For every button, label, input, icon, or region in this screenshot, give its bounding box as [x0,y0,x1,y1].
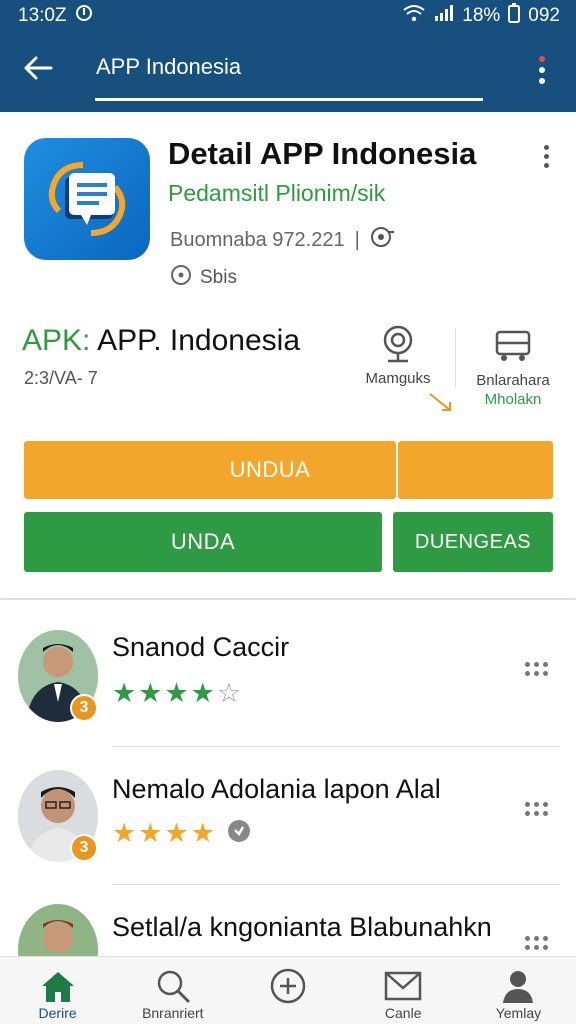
info-circle-icon [170,264,192,292]
search-icon [155,967,191,1005]
status-bar: 13:0Z 18% 092 [0,0,576,32]
app-meta-text: Buomnaba 972.221 [170,228,345,251]
status-time: 13:0Z [18,5,67,26]
app-detail-card: Detail APP Indonesia Pedamsitl Plionim/s… [0,112,576,598]
stat-rating-label: Mamguks [365,370,431,387]
app-bar-title: APP Indonesia [96,54,242,79]
list-item[interactable]: Setlal/a kngonianta Blabunahkn [0,896,576,956]
webcam-icon [360,324,436,364]
more-horiz-icon[interactable] [525,802,551,822]
app-size: Sbis [170,264,237,292]
avatar [18,904,98,956]
reviewer-name: Nemalo Adolania lapon Alal [112,774,441,804]
notification-icon [75,4,93,28]
install-button-label: UNDA [170,529,236,554]
more-horiz-icon[interactable] [525,662,551,682]
avatar-badge: 3 [70,834,98,862]
more-horiz-icon[interactable] [525,936,551,956]
nav-item-mail[interactable]: Canle [346,957,461,1024]
nav-item-search[interactable]: Bnranriert [115,957,230,1024]
more-vert-icon[interactable] [528,50,556,90]
toggle-icon [370,226,396,254]
stat-divider [455,328,456,388]
nav-item-profile[interactable]: Yemlay [461,957,576,1024]
more-vert-icon[interactable] [535,140,557,172]
app-title: Detail APP Indonesia [168,136,477,171]
secondary-action-button[interactable]: DUENGEAS [393,512,553,572]
developer-link[interactable]: Pedamsitl Plionim/sik [168,180,385,207]
app-icon [24,138,150,260]
apk-prefix: APK: [22,324,91,357]
stat-category-label: Bnlarahara [476,372,550,389]
install-button[interactable]: UNDA [24,512,382,572]
back-button[interactable] [18,50,58,90]
app-meta: Buomnaba 972.221 | [170,226,396,254]
search-underline [95,98,483,101]
nav-item-add[interactable] [230,957,345,1024]
battery-percent: 18% [462,5,501,26]
add-circle-icon [269,967,307,1005]
profile-icon [500,967,536,1005]
bottom-navigation: Derire Bnranriert Canle Yemlay [0,956,576,1024]
divider [112,884,560,885]
home-icon [38,967,78,1005]
battery-icon [508,3,521,29]
reviewer-name: Snanod Caccir [112,632,290,662]
stat-rating[interactable]: Mamguks [360,324,436,387]
review-list: 3 Snanod Caccir ★★★★☆ 3 Nemalo Adolania … [0,600,576,956]
secondary-action-label: DUENGEAS [414,530,532,553]
download-button-label: UNDUA [229,457,311,482]
star-rating: ★★★★ [112,818,252,851]
nav-label-mail: Canle [384,1005,422,1021]
apk-name: APP. Indonesia [97,324,301,357]
divider [112,746,560,747]
nav-label-profile: Yemlay [495,1005,542,1021]
status-extra: 092 [528,5,560,26]
signal-icon [434,4,454,28]
app-bar: APP Indonesia [0,32,576,112]
separator: | [354,228,360,251]
back-arrow-icon [23,55,53,86]
mail-icon [383,967,423,1005]
wifi-icon [402,4,426,28]
stat-category[interactable]: Bnlarahara Mholakn [468,326,558,408]
badge-icon [226,818,252,851]
nav-label-search: Bnranriert [142,1005,204,1021]
arrow-icon [428,392,454,419]
apk-version: 2:3/VA- 7 [24,368,98,388]
list-item[interactable]: 3 Snanod Caccir ★★★★☆ [0,618,576,758]
nav-item-home[interactable]: Derire [0,957,115,1024]
avatar-badge: 3 [70,694,98,722]
reviewer-name: Setlal/a kngonianta Blabunahkn [112,912,492,942]
bus-icon [468,326,558,366]
download-button[interactable]: UNDUA [24,441,396,499]
stat-category-sub: Mholakn [484,391,542,408]
download-option-button[interactable] [398,441,553,499]
apk-title: APK: APP. Indonesia [22,324,300,358]
nav-label-home: Derire [38,1005,77,1021]
list-item[interactable]: 3 Nemalo Adolania lapon Alal ★★★★ [0,758,576,898]
star-rating: ★★★★☆ [112,678,244,708]
app-size-text: Sbis [200,267,237,288]
